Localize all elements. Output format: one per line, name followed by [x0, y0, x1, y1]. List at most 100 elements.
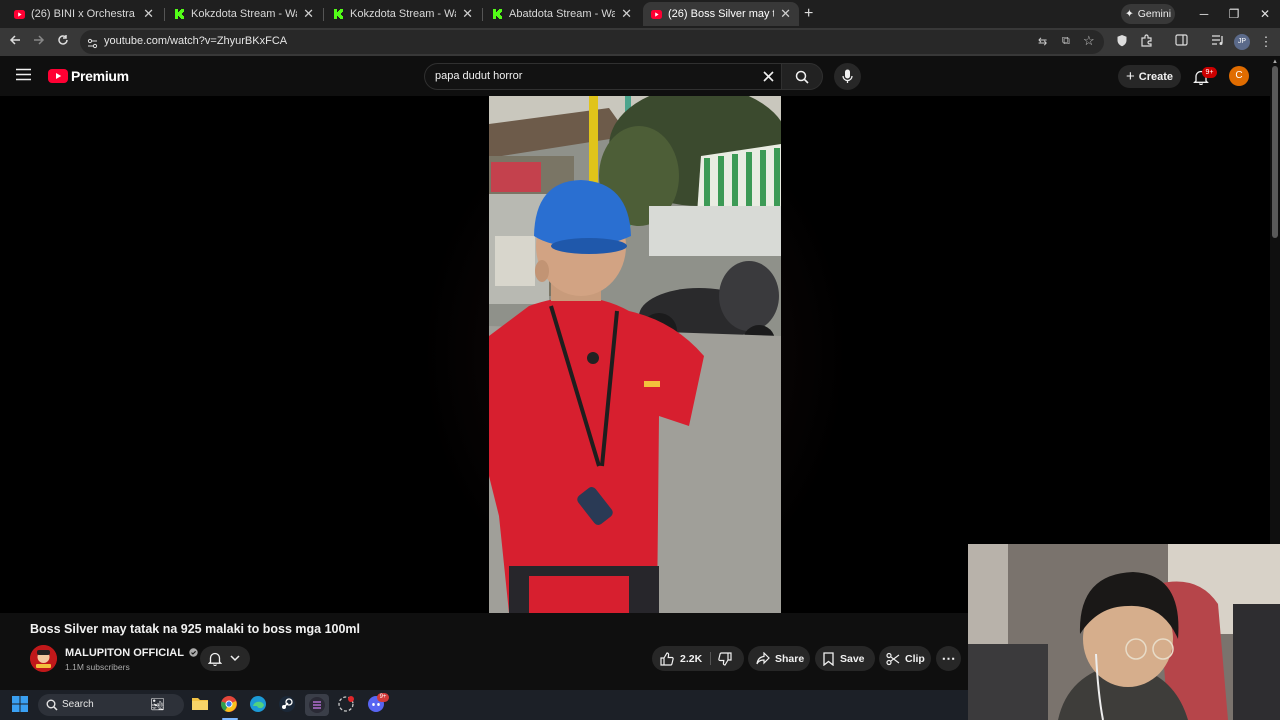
thumbs-down-icon	[718, 652, 732, 666]
save-label: Save	[840, 652, 865, 665]
logo-text: Premium	[71, 68, 129, 84]
puzzle-extensions-icon[interactable]	[1138, 34, 1154, 50]
minimize-button[interactable]: ─	[1189, 4, 1219, 24]
restore-button[interactable]: ❐	[1219, 4, 1249, 24]
close-window-button[interactable]: ✕	[1250, 4, 1280, 24]
search-icon	[795, 70, 809, 84]
youtube-logo-icon	[48, 69, 68, 83]
reload-icon[interactable]	[55, 34, 71, 50]
search-button[interactable]	[781, 63, 823, 90]
windows-start-icon[interactable]	[11, 695, 31, 715]
browser-tab[interactable]: Kokzdota Stream - Watch Live a ✕	[325, 2, 481, 26]
site-info-icon[interactable]	[87, 36, 98, 54]
clip-button[interactable]: Clip	[879, 646, 931, 671]
browser-tab[interactable]: (26) BINI x Orchestra of the Filip ✕	[6, 2, 162, 26]
search-icon	[46, 699, 58, 711]
share-button[interactable]: Share	[748, 646, 810, 671]
app-icon[interactable]	[337, 695, 357, 715]
youtube-masthead: Premium + Create 9+ C	[0, 56, 1280, 96]
youtube-favicon-icon	[14, 9, 25, 20]
kebab-menu-icon[interactable]: ⋮	[1258, 34, 1274, 50]
more-horizontal-icon: ⋯	[941, 650, 956, 666]
install-app-icon[interactable]: ⧉	[1062, 35, 1070, 48]
kick-favicon-icon	[174, 9, 185, 20]
chrome-icon[interactable]	[220, 695, 240, 715]
save-button[interactable]: Save	[815, 646, 875, 671]
plus-icon: +	[1125, 67, 1135, 85]
back-arrow-icon[interactable]	[7, 34, 23, 50]
kick-favicon-icon	[333, 9, 344, 20]
scissors-icon	[886, 652, 900, 665]
like-count: 2.2K	[680, 652, 703, 665]
channel-avatar[interactable]	[30, 645, 57, 672]
youtube-premium-logo[interactable]: Premium	[48, 68, 129, 84]
tab-title: Abatdota Stream - Watch Live a	[509, 8, 616, 20]
tab-title: Kokzdota Stream - Watch Live a	[350, 8, 456, 20]
tab-close-icon[interactable]: ✕	[143, 6, 154, 22]
share-arrow-icon	[756, 652, 770, 665]
steam-icon[interactable]	[278, 695, 298, 715]
address-bar[interactable]: youtube.com/watch?v=ZhyurBKxFCA ⇆ ⧉ ☆	[80, 30, 1104, 54]
browser-tab-strip: (26) BINI x Orchestra of the Filip ✕ Kok…	[0, 0, 1280, 28]
like-button[interactable]: 2.2K	[652, 646, 708, 671]
channel-name[interactable]: MALUPITON OFFICIAL	[65, 647, 198, 659]
bookmark-icon	[823, 651, 834, 666]
windows-taskbar: Search 🏜 9+	[0, 690, 968, 720]
edge-icon[interactable]	[249, 695, 269, 715]
tab-separator	[323, 8, 324, 21]
webcam-image	[968, 544, 1280, 720]
share-label: Share	[775, 652, 805, 665]
microphone-icon	[842, 69, 853, 83]
kick-favicon-icon	[492, 9, 503, 20]
gemini-button[interactable]: ✦ Gemini	[1121, 4, 1175, 24]
tab-separator	[482, 8, 483, 21]
dislike-button[interactable]	[714, 646, 744, 671]
scroll-up-arrow-icon[interactable]: ▲	[1272, 59, 1278, 65]
media-controls-icon[interactable]	[1209, 34, 1225, 50]
create-label: Create	[1138, 70, 1173, 83]
subscribed-notification-button[interactable]	[200, 646, 250, 671]
taskbar-search-label: Search	[62, 699, 94, 710]
more-actions-button[interactable]: ⋯	[936, 646, 961, 671]
profile-avatar[interactable]: JP	[1234, 34, 1250, 50]
bookmark-star-icon[interactable]: ☆	[1083, 33, 1095, 49]
video-frame[interactable]	[489, 96, 781, 613]
tab-close-icon[interactable]: ✕	[621, 6, 632, 22]
browser-tab-active[interactable]: (26) Boss Silver may tatak na 92 ✕	[643, 2, 799, 26]
tab-close-icon[interactable]: ✕	[462, 6, 473, 22]
subscriber-count: 1.1M subscribers	[65, 662, 130, 672]
side-panel-icon[interactable]	[1173, 34, 1189, 50]
clear-search-icon[interactable]	[763, 69, 774, 87]
obs-window-icon[interactable]	[305, 694, 329, 716]
forward-arrow-icon[interactable]	[31, 34, 47, 50]
browser-tab[interactable]: Kokzdota Stream - Watch Live a ✕	[166, 2, 322, 26]
tab-title: Kokzdota Stream - Watch Live a	[191, 8, 297, 20]
like-divider	[710, 652, 711, 665]
file-explorer-icon[interactable]	[191, 695, 211, 715]
chevron-down-icon	[230, 655, 240, 662]
tab-close-icon[interactable]: ✕	[303, 6, 314, 22]
tab-title: (26) Boss Silver may tatak na 92	[668, 8, 774, 20]
video-title: Boss Silver may tatak na 925 malaki to b…	[30, 622, 361, 636]
discord-badge: 9+	[377, 693, 389, 702]
search-input[interactable]	[435, 70, 755, 82]
voice-search-button[interactable]	[834, 63, 861, 90]
like-dislike-group: 2.2K	[652, 646, 744, 671]
tab-close-icon[interactable]: ✕	[780, 6, 791, 22]
shield-extension-icon[interactable]	[1114, 34, 1130, 50]
hamburger-menu-icon[interactable]	[16, 68, 31, 86]
youtube-favicon-icon	[651, 9, 662, 20]
clip-label: Clip	[905, 652, 925, 665]
search-highlight-icon: 🏜	[150, 697, 166, 711]
create-button[interactable]: + Create	[1118, 65, 1181, 88]
browser-tab[interactable]: Abatdota Stream - Watch Live a ✕	[484, 2, 640, 26]
new-tab-button[interactable]: +	[804, 5, 813, 23]
video-player[interactable]	[0, 96, 1270, 613]
taskbar-search[interactable]: Search 🏜	[38, 694, 184, 716]
url-text: youtube.com/watch?v=ZhyurBKxFCA	[104, 35, 288, 47]
account-avatar[interactable]: C	[1229, 66, 1249, 86]
streamer-webcam-overlay	[968, 544, 1280, 720]
scrollbar-thumb[interactable]	[1272, 66, 1278, 238]
search-box[interactable]	[424, 63, 781, 90]
translate-icon[interactable]: ⇆	[1038, 35, 1047, 48]
